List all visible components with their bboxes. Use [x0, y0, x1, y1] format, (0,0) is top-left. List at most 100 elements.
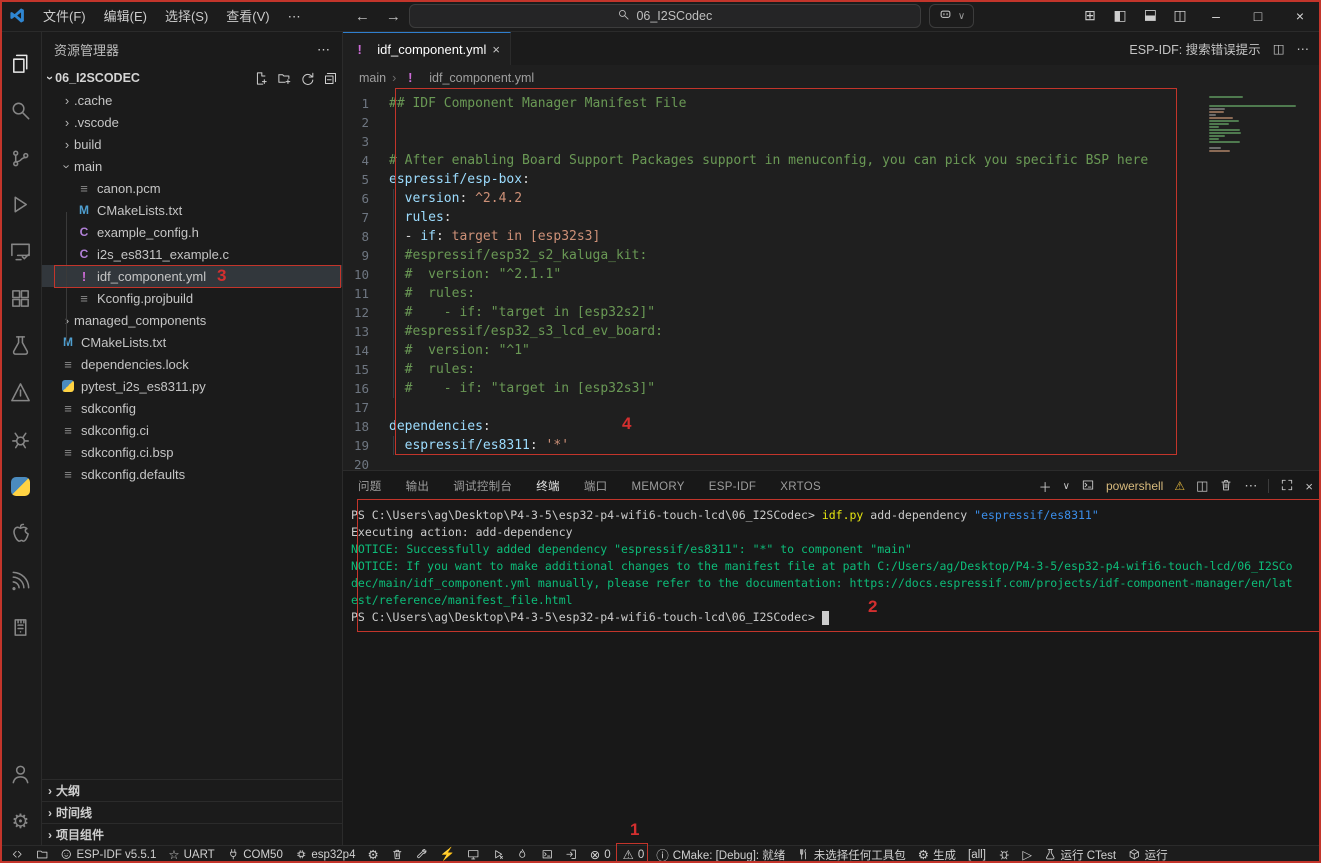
command-center-search[interactable]: 06_I2SCodec: [409, 4, 921, 28]
panel-tab-调试控制台[interactable]: 调试控制台: [452, 475, 513, 499]
activity-run-debug[interactable]: [0, 181, 42, 228]
activity-espressif[interactable]: [0, 557, 42, 604]
status-exit[interactable]: [560, 846, 583, 863]
new-folder-icon[interactable]: [277, 71, 292, 86]
tree-item-build[interactable]: ›build: [42, 133, 342, 155]
split-terminal-icon[interactable]: ◫: [1196, 478, 1208, 494]
status-gear[interactable]: ⚙: [362, 846, 383, 863]
status-info[interactable]: ⓘCMake: [Debug]: 就绪: [651, 846, 790, 863]
status-flask[interactable]: 运行 CTest: [1039, 846, 1121, 863]
panel-tab-终端[interactable]: 终端: [535, 475, 561, 500]
tree-item-main[interactable]: ›main: [42, 155, 342, 177]
tab-close-icon[interactable]: ×: [492, 42, 500, 57]
tree-item--cache[interactable]: ›.cache: [42, 89, 342, 111]
status-trash[interactable]: [386, 846, 409, 863]
breadcrumb-file[interactable]: idf_component.yml: [429, 71, 534, 85]
status-package[interactable]: 运行: [1123, 846, 1173, 863]
sidebar-more-icon[interactable]: ⋯: [317, 42, 330, 58]
tree-item-sdkconfig-ci[interactable]: ≡sdkconfig.ci: [42, 419, 342, 441]
breadcrumb[interactable]: main › ! idf_component.yml: [343, 65, 1321, 90]
tree-item-idf-component-yml[interactable]: !idf_component.yml: [42, 265, 342, 287]
shell-label[interactable]: powershell: [1106, 479, 1163, 493]
maximize-panel-icon[interactable]: [1280, 478, 1294, 495]
activity-extensions[interactable]: [0, 275, 42, 322]
activity-settings[interactable]: ⚙: [0, 798, 42, 845]
nav-forward-icon[interactable]: →: [378, 8, 409, 25]
status-remote[interactable]: [6, 846, 29, 863]
tree-item-sdkconfig-defaults[interactable]: ≡sdkconfig.defaults: [42, 463, 342, 485]
tree-item-kconfig-projbuild[interactable]: ≡Kconfig.projbuild: [42, 287, 342, 309]
minimize-button[interactable]: –: [1195, 0, 1237, 32]
status-zap[interactable]: ⚡: [435, 846, 461, 863]
close-button[interactable]: ×: [1279, 0, 1321, 32]
new-file-icon[interactable]: [254, 71, 269, 86]
toggle-secondary-sidebar-icon[interactable]: ◫: [1165, 7, 1195, 24]
maximize-button[interactable]: □: [1237, 0, 1279, 32]
status-monitor[interactable]: [462, 846, 485, 863]
breadcrumb-folder[interactable]: main: [359, 71, 386, 85]
editor-more-icon[interactable]: ⋯: [1297, 41, 1310, 56]
status-octo[interactable]: ESP-IDF v5.5.1: [55, 846, 161, 863]
activity-search[interactable]: [0, 87, 42, 134]
panel-more-icon[interactable]: ⋯: [1244, 478, 1257, 494]
panel-tab-问题[interactable]: 问题: [357, 475, 383, 499]
status-star[interactable]: ☆UART: [163, 846, 219, 863]
activity-remote-explorer[interactable]: [0, 228, 42, 275]
panel-tab-端口[interactable]: 端口: [583, 475, 609, 499]
tree-item--vscode[interactable]: ›.vscode: [42, 111, 342, 133]
activity-testing[interactable]: [0, 322, 42, 369]
menu-item-4[interactable]: ⋯: [279, 9, 310, 24]
tree-item-cmakelists-txt[interactable]: MCMakeLists.txt: [42, 199, 342, 221]
split-editor-icon[interactable]: ◫: [1273, 41, 1285, 56]
status-folder[interactable]: [31, 846, 54, 863]
terminal-dropdown-icon[interactable]: ∨: [1063, 481, 1070, 492]
code-editor[interactable]: 1## IDF Component Manager Manifest File2…: [343, 90, 1321, 470]
tree-item-sdkconfig-ci-bsp[interactable]: ≡sdkconfig.ci.bsp: [42, 441, 342, 463]
espidf-action-label[interactable]: ESP-IDF: 搜索错误提示: [1129, 39, 1260, 58]
panel-tab-输出[interactable]: 输出: [405, 475, 431, 499]
status--all-[interactable]: [all]: [963, 846, 991, 863]
toggle-panel-icon[interactable]: ◧: [1135, 7, 1165, 24]
menu-item-2[interactable]: 选择(S): [156, 9, 217, 24]
tree-item-canon-pcm[interactable]: ≡canon.pcm: [42, 177, 342, 199]
status-terminal[interactable]: [536, 846, 559, 863]
panel-tab-XRTOS[interactable]: XRTOS: [779, 475, 822, 499]
tree-item-i2s-es8311-example-c[interactable]: Ci2s_es8311_example.c: [42, 243, 342, 265]
project-header[interactable]: › 06_I2SCODEC: [42, 67, 342, 89]
status-plug[interactable]: COM50: [222, 846, 288, 863]
sidebar-section-1[interactable]: ›时间线: [42, 801, 342, 823]
status-wrench[interactable]: [410, 846, 433, 863]
menu-item-1[interactable]: 编辑(E): [95, 9, 156, 24]
terminal-output[interactable]: PS C:\Users\ag\Desktop\P4-3-5\esp32-p4-w…: [343, 501, 1321, 845]
menu-item-3[interactable]: 查看(V): [217, 9, 278, 24]
tab-idf-component-yml[interactable]: ! idf_component.yml ×: [343, 32, 511, 65]
kill-terminal-icon[interactable]: [1219, 478, 1233, 495]
activity-python[interactable]: [0, 463, 42, 510]
activity-apple[interactable]: [0, 510, 42, 557]
tree-item-sdkconfig[interactable]: ≡sdkconfig: [42, 397, 342, 419]
activity-espressif-aiot[interactable]: [0, 369, 42, 416]
status-flame[interactable]: [511, 846, 534, 863]
refresh-icon[interactable]: [300, 71, 315, 86]
sidebar-section-2[interactable]: ›项目组件: [42, 823, 342, 845]
status-error[interactable]: ⊗0: [585, 846, 616, 863]
status-chip[interactable]: esp32p4: [290, 846, 361, 863]
tree-item-pytest-i2s-es8311-py[interactable]: pytest_i2s_es8311.py: [42, 375, 342, 397]
minimap[interactable]: [1209, 96, 1305, 156]
status-debug-alt[interactable]: [487, 846, 510, 863]
menu-item-0[interactable]: 文件(F): [34, 9, 95, 24]
status-play[interactable]: ▷: [1017, 846, 1037, 863]
nav-back-icon[interactable]: ←: [347, 8, 378, 25]
status-bug[interactable]: [993, 846, 1016, 863]
activity-account[interactable]: [0, 751, 42, 798]
tree-item-managed-components[interactable]: ›managed_components: [42, 309, 342, 331]
activity-memory-board[interactable]: [0, 604, 42, 651]
close-panel-icon[interactable]: ×: [1305, 479, 1313, 494]
sidebar-section-0[interactable]: ›大纲: [42, 779, 342, 801]
status-gear[interactable]: ⚙生成: [913, 846, 961, 863]
new-terminal-icon[interactable]: ＋: [1039, 477, 1052, 496]
tree-item-dependencies-lock[interactable]: ≡dependencies.lock: [42, 353, 342, 375]
panel-tab-ESP-IDF[interactable]: ESP-IDF: [708, 475, 757, 499]
copilot-button[interactable]: ∨: [929, 4, 974, 28]
customize-layout-icon[interactable]: ⊞: [1075, 7, 1105, 24]
